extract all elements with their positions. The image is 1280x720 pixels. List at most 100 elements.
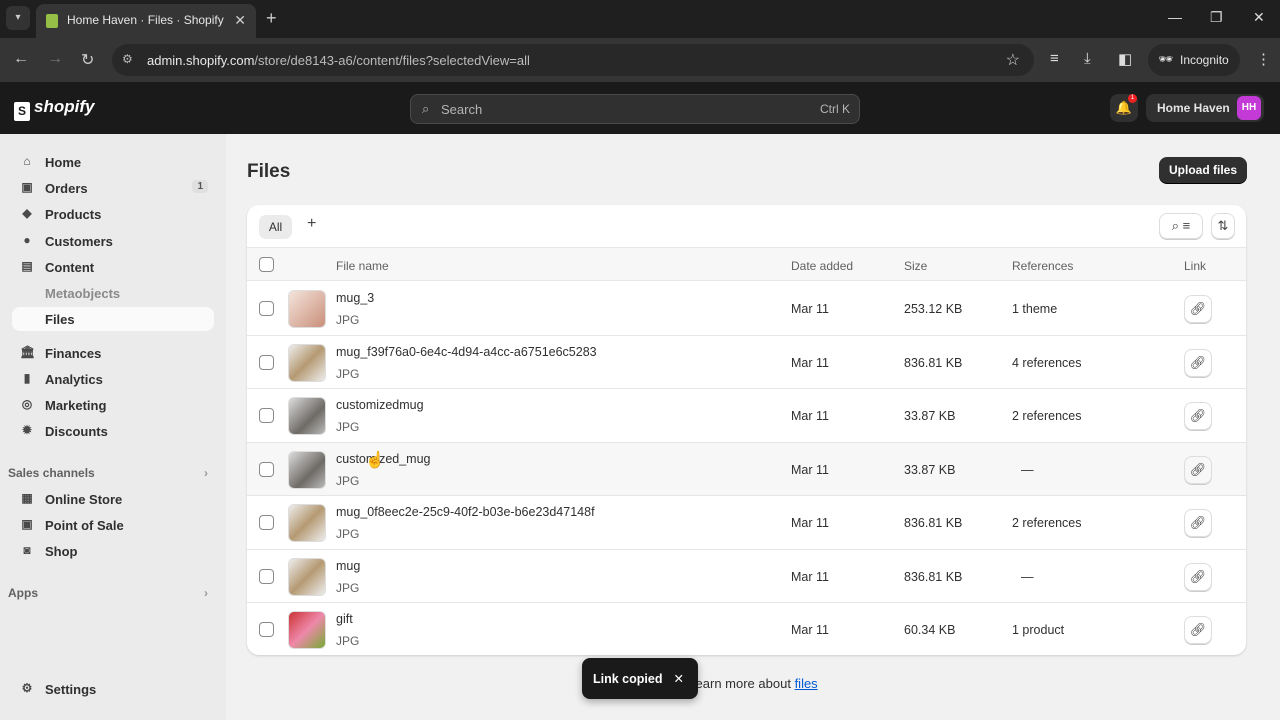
date-added: Mar 11: [791, 355, 829, 370]
select-all-checkbox[interactable]: [259, 257, 274, 272]
file-name[interactable]: mug_f39f76a0-6e4c-4d94-a4cc-a6751e6c5283: [336, 345, 597, 359]
browser-menu-icon[interactable]: ⋮: [1256, 50, 1271, 68]
browser-tab[interactable]: Home Haven · Files · Shopify ✕: [36, 4, 256, 38]
close-tab-icon[interactable]: ✕: [234, 12, 246, 29]
table-row[interactable]: gift JPG Mar 11 60.34 KB 1 product 🔗︎: [247, 603, 1246, 655]
row-checkbox[interactable]: [259, 461, 274, 477]
sidebar-item-marketing[interactable]: ◎ Marketing: [20, 393, 214, 417]
table-row[interactable]: mug_0f8eec2e-25c9-40f2-b03e-b6e23d47148f…: [247, 496, 1246, 550]
file-size: 253.12 KB: [904, 302, 963, 316]
table-row[interactable]: customizedmug JPG Mar 11 33.87 KB 2 refe…: [247, 389, 1246, 443]
sidebar-item-metaobjects[interactable]: Metaobjects: [20, 281, 214, 305]
sidebar-item-home[interactable]: ⌂ Home: [20, 150, 214, 174]
store-menu-button[interactable]: Home Haven HH: [1146, 94, 1264, 122]
page-title: Files: [247, 161, 291, 182]
person-icon: ●: [23, 233, 31, 247]
file-size: 60.34 KB: [904, 623, 956, 637]
apps-header[interactable]: Apps ›: [8, 586, 208, 600]
references[interactable]: 2 references: [1012, 516, 1081, 530]
file-name[interactable]: mug_0f8eec2e-25c9-40f2-b03e-b6e23d47148f: [336, 505, 595, 519]
row-checkbox[interactable]: [259, 354, 274, 370]
table-row[interactable]: mug_f39f76a0-6e4c-4d94-a4cc-a6751e6c5283…: [247, 336, 1246, 389]
file-thumbnail[interactable]: [288, 611, 326, 649]
incognito-icon: 🕶: [1158, 52, 1174, 66]
sidebar-item-products[interactable]: ◆ Products: [20, 202, 214, 226]
table-row[interactable]: mug JPG Mar 11 836.81 KB — 🔗︎: [247, 550, 1246, 603]
sidebar-item-analytics[interactable]: ▮ Analytics: [20, 367, 214, 391]
media-icon[interactable]: ≡: [1050, 50, 1059, 67]
references[interactable]: 2 references: [1012, 409, 1081, 423]
row-checkbox[interactable]: [259, 568, 274, 584]
sidebar-item-content[interactable]: ▤ Content: [20, 255, 214, 279]
files-help-link[interactable]: files: [795, 676, 818, 691]
row-checkbox[interactable]: [259, 622, 274, 637]
sidebar-item-point-of-sale[interactable]: ▣ Point of Sale: [20, 513, 214, 537]
references[interactable]: 1 product: [1012, 623, 1064, 637]
download-icon[interactable]: ⤓: [1084, 50, 1091, 67]
sort-button[interactable]: ⇅: [1211, 213, 1235, 239]
shopify-logo[interactable]: Sshopify: [14, 97, 94, 121]
file-thumbnail[interactable]: [288, 343, 326, 382]
bookmark-star-icon[interactable]: ☆: [1006, 50, 1020, 70]
tab-search-button[interactable]: ▾: [6, 6, 30, 30]
close-window-button[interactable]: ✕: [1253, 9, 1265, 26]
side-panel-icon[interactable]: ◧: [1118, 50, 1132, 68]
incognito-label: Incognito: [1180, 53, 1229, 67]
copy-link-button[interactable]: 🔗︎: [1184, 562, 1212, 591]
file-thumbnail[interactable]: [288, 290, 326, 328]
maximize-button[interactable]: ❐: [1210, 9, 1223, 26]
site-info-icon[interactable]: ⚙: [122, 52, 133, 66]
row-checkbox[interactable]: [259, 301, 274, 316]
url-field[interactable]: ⚙ admin.shopify.com/store/de8143-a6/conte…: [112, 44, 1034, 76]
reload-button[interactable]: ↻: [81, 50, 94, 70]
copy-link-button[interactable]: 🔗︎: [1184, 348, 1212, 377]
minimize-button[interactable]: —: [1168, 9, 1182, 25]
copy-link-button[interactable]: 🔗︎: [1184, 402, 1212, 430]
file-thumbnail[interactable]: [288, 397, 326, 435]
add-view-button[interactable]: +: [307, 215, 316, 233]
tab-all[interactable]: All: [259, 215, 292, 239]
column-file-name[interactable]: File name: [336, 259, 389, 273]
file-size: 33.87 KB: [904, 462, 956, 477]
file-thumbnail[interactable]: [288, 450, 326, 489]
sidebar-item-settings[interactable]: ⚙ Settings: [20, 677, 214, 701]
table-row[interactable]: mug_3 JPG Mar 11 253.12 KB 1 theme 🔗︎: [247, 282, 1246, 336]
sidebar-item-discounts[interactable]: ✹ Discounts: [20, 419, 214, 443]
target-icon: ◎: [21, 397, 33, 411]
column-date-added[interactable]: Date added: [791, 259, 853, 273]
file-name[interactable]: customizedmug: [336, 398, 424, 412]
sidebar-item-files[interactable]: Files: [12, 307, 214, 331]
file-name[interactable]: gift: [336, 612, 353, 626]
references[interactable]: 1 theme: [1012, 302, 1057, 316]
copy-link-button[interactable]: 🔗︎: [1184, 295, 1212, 323]
copy-link-button[interactable]: 🔗︎: [1184, 616, 1212, 644]
file-thumbnail[interactable]: [288, 504, 326, 542]
file-name[interactable]: mug_3: [336, 291, 374, 305]
sidebar-item-shop[interactable]: ◙ Shop: [20, 539, 214, 563]
sales-channels-header[interactable]: Sales channels ›: [8, 466, 208, 480]
new-tab-button[interactable]: +: [266, 8, 277, 29]
sidebar-item-online-store[interactable]: ▦ Online Store: [20, 487, 214, 511]
forward-button[interactable]: →: [47, 50, 63, 68]
file-name[interactable]: mug: [336, 559, 360, 573]
upload-files-button[interactable]: Upload files: [1159, 157, 1247, 183]
copy-link-button[interactable]: 🔗︎: [1184, 509, 1212, 537]
tag-icon: ◆: [22, 206, 32, 220]
file-thumbnail[interactable]: [288, 557, 326, 596]
sidebar-item-orders[interactable]: ▣ Orders 1: [20, 176, 214, 200]
search-input[interactable]: ⌕ Search Ctrl K: [410, 94, 860, 124]
back-button[interactable]: ←: [13, 50, 29, 68]
file-type: JPG: [336, 473, 360, 488]
sidebar-item-finances[interactable]: 🏛 Finances: [20, 341, 214, 365]
section-label: Sales channels: [8, 466, 95, 480]
table-row[interactable]: customized_mug JPG Mar 11 33.87 KB — 🔗︎: [247, 442, 1246, 496]
search-filter-button[interactable]: ⌕ ≡: [1159, 213, 1203, 239]
sidebar-item-customers[interactable]: ● Customers: [20, 229, 214, 253]
row-checkbox[interactable]: [259, 408, 274, 423]
incognito-indicator[interactable]: 🕶 Incognito: [1148, 44, 1240, 76]
notifications-button[interactable]: 🔔 1: [1110, 94, 1138, 122]
references[interactable]: 4 references: [1012, 356, 1081, 370]
copy-link-button[interactable]: 🔗︎: [1184, 455, 1212, 484]
close-toast-icon[interactable]: ✕: [674, 671, 684, 686]
row-checkbox[interactable]: [259, 515, 274, 530]
